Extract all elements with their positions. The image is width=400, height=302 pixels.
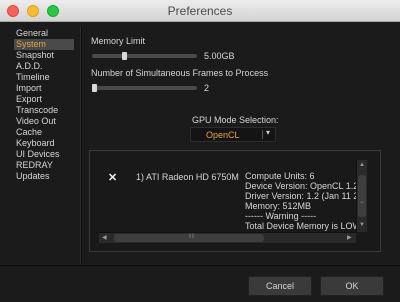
horizontal-scrollbar[interactable]: ◀ ‖‖ ▶ — [99, 232, 356, 243]
device-info-line: Total Device Memory is LOW — [245, 221, 361, 231]
cancel-button[interactable]: Cancel — [248, 276, 312, 296]
frames-slider[interactable] — [92, 84, 197, 92]
sidebar-item-export[interactable]: Export — [14, 94, 74, 105]
horizontal-scroll-thumb[interactable]: ‖‖ — [114, 234, 264, 242]
gpu-mode-selected: OpenCL — [206, 130, 240, 140]
memory-limit-label: Memory Limit — [91, 36, 146, 46]
scroll-up-icon[interactable]: ▲ — [357, 162, 367, 168]
frames-value: 2 — [204, 83, 210, 93]
sidebar-item-snapshot[interactable]: Snapshot — [14, 50, 74, 61]
device-info-line: Compute Units: 6 — [245, 171, 315, 181]
frames-label: Number of Simultaneous Frames to Process — [91, 68, 269, 78]
device-checkbox[interactable]: ✕ — [108, 171, 117, 184]
gpu-device-list: ✕ 1) ATI Radeon HD 6750M Compute Units: … — [89, 150, 381, 252]
sidebar-item-transcode[interactable]: Transcode — [14, 105, 74, 116]
scroll-left-icon[interactable]: ◀ — [102, 234, 107, 241]
sidebar-item-general[interactable]: General — [14, 28, 74, 39]
device-info-line: Memory: 512MB — [245, 201, 312, 211]
footer-divider — [0, 265, 400, 266]
memory-limit-slider-thumb[interactable] — [122, 52, 127, 60]
frames-slider-thumb[interactable] — [92, 84, 97, 92]
sidebar-item-redray[interactable]: REDRAY — [14, 160, 74, 171]
sidebar-item-cache[interactable]: Cache — [14, 127, 74, 138]
device-name: 1) ATI Radeon HD 6750M — [136, 172, 239, 182]
gpu-mode-label: GPU Mode Selection: — [192, 115, 279, 125]
sidebar-divider — [80, 26, 82, 264]
sidebar-item-updates[interactable]: Updates — [14, 171, 74, 182]
gpu-mode-dropdown[interactable]: OpenCL ▾ — [190, 127, 276, 142]
sidebar-item-add[interactable]: A.D.D. — [14, 61, 74, 72]
vertical-scroll-thumb[interactable] — [358, 175, 366, 217]
chevron-down-icon[interactable]: ▾ — [266, 128, 270, 137]
sidebar-item-keyboard[interactable]: Keyboard — [14, 138, 74, 149]
vertical-scrollbar[interactable]: ▲ ═ ▼ — [356, 160, 367, 232]
sidebar-item-timeline[interactable]: Timeline — [14, 72, 74, 83]
memory-limit-slider[interactable] — [92, 52, 197, 60]
dropdown-separator — [262, 130, 263, 139]
grip-icon: ═ — [360, 200, 364, 206]
device-info: Compute Units: 6 Device Version: OpenCL … — [245, 171, 361, 231]
scroll-right-icon[interactable]: ▶ — [347, 234, 352, 241]
grip-icon: ‖‖ — [189, 234, 194, 240]
device-info-line: Device Version: OpenCL 1.2 — [245, 181, 359, 191]
window-title: Preferences — [167, 4, 233, 18]
device-info-line: Driver Version: 1.2 (Jan 11 2 — [245, 191, 359, 201]
device-info-line: ------ Warning ----- — [245, 211, 317, 221]
sidebar-item-system[interactable]: System — [14, 39, 74, 50]
scroll-down-icon[interactable]: ▼ — [357, 222, 367, 228]
sidebar-item-import[interactable]: Import — [14, 83, 74, 94]
memory-limit-value: 5.00GB — [204, 51, 235, 61]
ok-button[interactable]: OK — [320, 276, 384, 296]
sidebar-item-ui-devices[interactable]: UI Devices — [14, 149, 74, 160]
sidebar-item-video-out[interactable]: Video Out — [14, 116, 74, 127]
sidebar: General System Snapshot A.D.D. Timeline … — [14, 28, 74, 182]
title-bar: Preferences — [0, 0, 400, 22]
